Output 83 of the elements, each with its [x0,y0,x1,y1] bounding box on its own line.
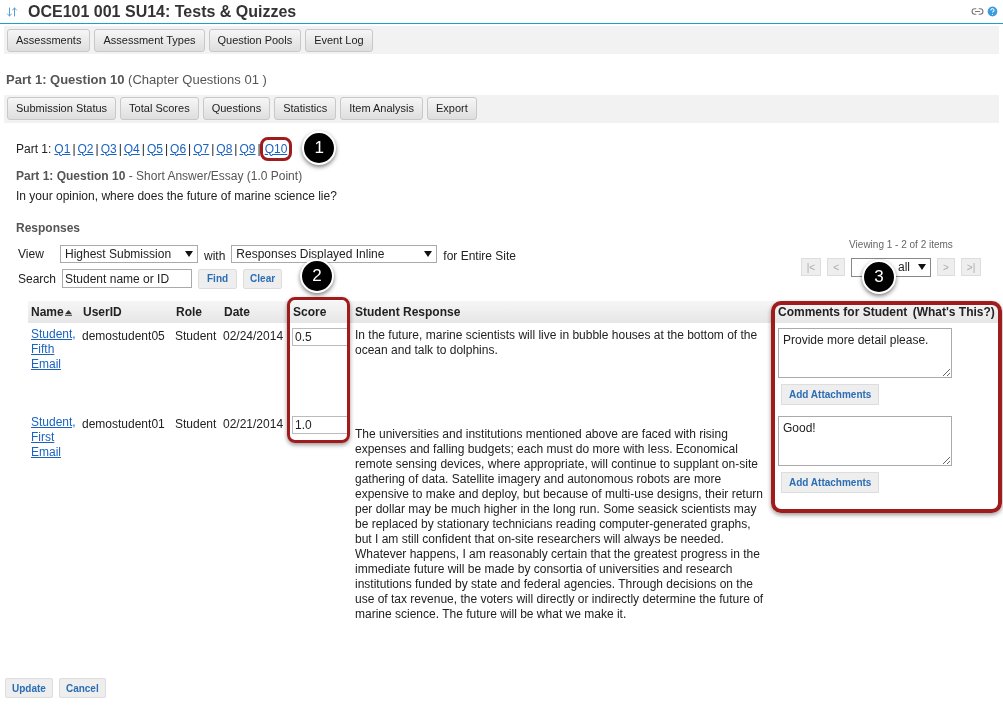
column-header: Comments for Student [778,304,908,319]
with-label: with [204,247,226,265]
link-separator: | [188,140,192,158]
search-label: Search [18,270,58,288]
view-select[interactable]: Highest Submission [60,244,198,263]
callout-number: 2 [300,258,334,293]
date-cell: 02/21/2014 [223,416,284,431]
question-link[interactable]: Q9 [239,139,256,158]
callout-number: 1 [302,130,337,165]
form-button[interactable]: Update [5,678,53,698]
student-name-link[interactable]: Student, Fifth [31,326,77,357]
question-link[interactable]: Q5 [146,139,163,158]
link-separator: | [257,140,261,158]
student-response: The universities and institutions mentioned above are faced with rising expenses and falling budgets; each must do more with less. Economical remote sensing devices, where appropriate, will continue to supplant on-site gathering of data. Satellite imagery and autonomous robots are more expensive to make and deploy, but because of multi-use designs, their return per dollar may be much higher in the long run. Some seasick scientists may be replaced by stationary technicians reading computer-generated graphs, but I am still confident that on-site researchers will always be needed. Whatever happens, I am reasonably certain that the greatest progress in the immediate future will be made by consortia of universities and research institutions funded by state and federal agencies. Through decisions on the use of tax revenue, the voters will directly or indirectly determine the future of marine science. The future will be what we make it. [355,426,764,621]
sort-ascending-icon [64,308,72,316]
question-link[interactable]: Q4 [123,139,140,158]
question-link[interactable]: Q1 [54,139,71,158]
column-header: Role [173,300,221,323]
view-label: View [18,245,45,263]
nav-button[interactable]: Submission Status [7,97,117,120]
nav-button[interactable]: Assessment Types [94,28,205,52]
question-link[interactable]: Q7 [193,139,210,158]
page-heading: Part 1: Question 10 (Chapter Questions 01 ) [6,72,267,87]
score-field[interactable]: 1.0 [292,415,349,434]
link-icon[interactable] [971,5,984,18]
column-header: Score [290,300,352,323]
role-cell: Student [175,416,217,431]
question-link[interactable]: Q3 [100,139,117,158]
link-separator: | [72,140,76,158]
email-link[interactable]: Email [31,444,77,460]
nav-button[interactable]: Assessments [7,28,91,52]
add-attachments-button[interactable]: Add Attachments [781,471,880,493]
link-separator: | [95,140,99,158]
site-title: OCE101 001 SU14: Tests & Quizzes [28,1,297,22]
find-button[interactable]: Find [198,268,238,289]
clear-button[interactable]: Clear [243,268,283,289]
column-header[interactable]: Name [28,300,80,323]
question-link[interactable]: Q2 [77,139,94,158]
comment-field[interactable]: Provide more detail please. [778,327,952,378]
link-separator: | [118,140,122,158]
column-header: Student Response [352,300,772,323]
nav-button[interactable]: Item Analysis [340,97,423,120]
date-cell: 02/24/2014 [223,328,284,343]
question-title: Part 1: Question 10 - Short Answer/Essay (1.0 Point) [16,167,304,185]
student-name-link[interactable]: Student, First [31,414,77,445]
dropdown-caret-icon [918,263,926,271]
callout-number: 3 [862,259,896,294]
dropdown-caret-icon [424,249,433,258]
question-link[interactable]: Q6 [170,139,187,158]
link-separator: | [211,140,215,158]
nav-button[interactable]: Statistics [274,97,337,120]
email-link[interactable]: Email [31,356,77,372]
help-icon[interactable] [986,5,999,18]
comment-field[interactable]: Good! [778,415,952,466]
whats-this-link[interactable]: (What's This?) [912,304,995,319]
dropdown-caret-icon [185,249,193,258]
nav-button[interactable]: Export [427,97,477,120]
form-button[interactable]: Cancel [58,678,106,698]
nav-button[interactable]: Total Scores [120,97,199,120]
link-separator: | [234,140,238,158]
add-attachments-button[interactable]: Add Attachments [781,383,880,405]
link-separator: | [164,140,169,158]
column-header: Date [221,300,290,323]
display-select[interactable]: Responses Displayed Inline [231,244,438,263]
user-id-cell: demostudent01 [82,416,165,431]
question-link[interactable]: Q10 [262,139,290,158]
pager-summary: Viewing 1 - 2 of 2 items [849,237,953,252]
column-header: UserID [80,300,173,323]
role-cell: Student [175,328,217,343]
nav-button[interactable]: Question Pools [208,28,302,52]
score-field[interactable]: 0.5 [292,327,349,346]
link-separator: | [141,140,145,158]
search-field[interactable]: Student name or ID [62,269,192,288]
responses-heading: Responses [16,219,82,237]
question-link[interactable]: Q8 [216,139,233,158]
student-response: In the future, marine scientists will live in bubble houses at the bottom of the ocean and talk to dolphins. [355,327,758,357]
nav-button[interactable]: Questions [202,97,271,120]
user-id-cell: demostudent05 [82,328,165,343]
part-label: Part 1: [16,140,52,158]
nav-button[interactable]: Event Log [305,28,373,52]
scope-label: for Entire Site [443,247,517,265]
question-text: In your opinion, where does the future of marine science lie? [16,187,338,205]
swap-arrows-icon[interactable] [6,5,18,18]
